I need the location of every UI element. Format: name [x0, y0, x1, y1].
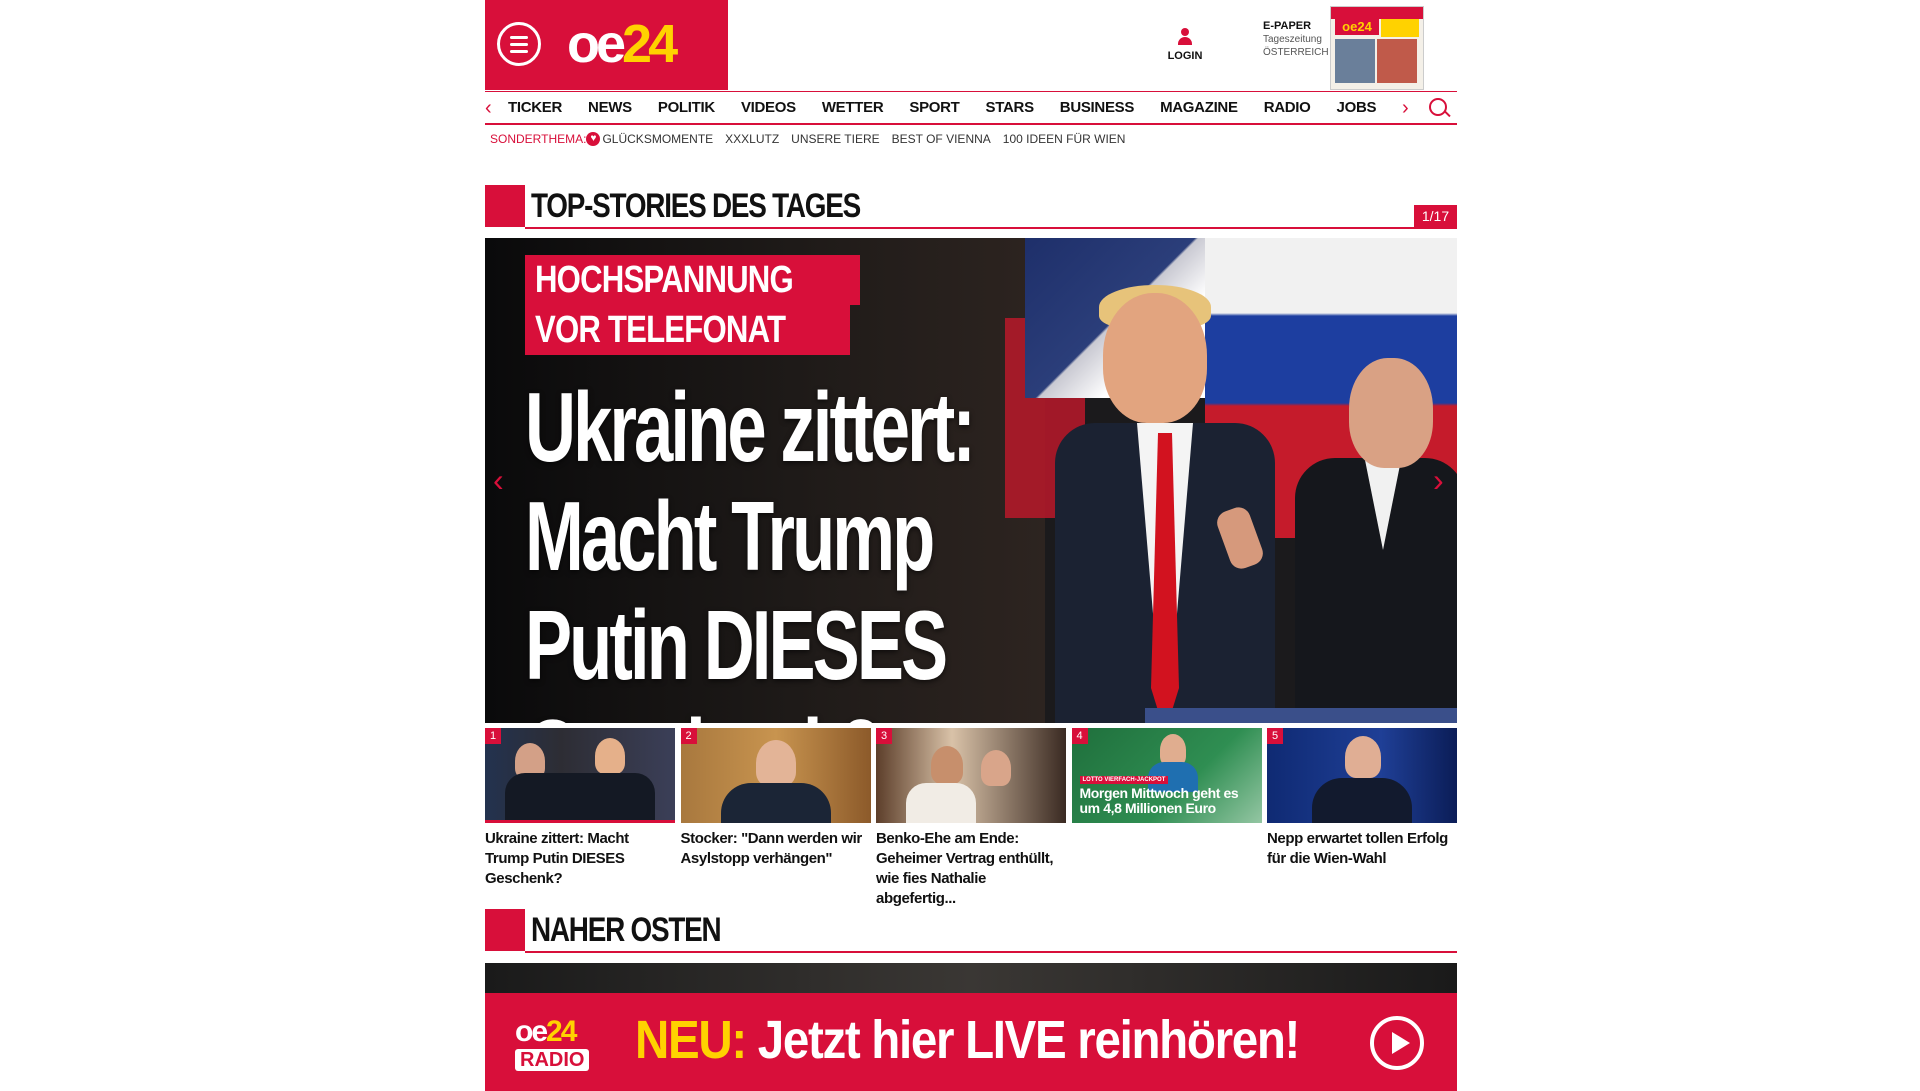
teaser-number: 3	[876, 728, 892, 744]
menu-icon[interactable]	[497, 22, 541, 66]
epaper-link[interactable]: E-PAPER Tageszeitung ÖSTERREICH	[1263, 20, 1329, 59]
epaper-sub2: ÖSTERREICH	[1263, 47, 1329, 58]
user-icon	[1176, 28, 1194, 46]
epaper-title: E-PAPER	[1263, 20, 1312, 32]
sonderthema-label: SONDERTHEMA:	[490, 132, 587, 146]
nav-item-videos[interactable]: VIDEOS	[741, 92, 809, 124]
logo-oe: oe	[567, 14, 626, 74]
section-divider	[525, 951, 1457, 953]
nav-item-politik[interactable]: POLITIK	[658, 92, 728, 124]
teaser-item[interactable]: 2 Stocker: "Dann werden wir Asylstopp ve…	[680, 728, 871, 888]
login-label: LOGIN	[1167, 50, 1203, 62]
slide-counter: 1/17	[1414, 205, 1457, 227]
hero-kicker: HOCHSPANNUNG VOR TELEFONAT	[525, 255, 860, 355]
radio-logo: oe24 RADIO	[515, 1017, 605, 1081]
logo-area: oe24	[485, 0, 728, 90]
search-icon[interactable]	[1429, 98, 1447, 116]
teaser-number: 2	[680, 728, 697, 744]
teaser-item[interactable]: 3 Benko-Ehe am Ende: Geheimer Vertrag en…	[876, 728, 1066, 907]
teaser-thumbnail: 2	[680, 728, 871, 823]
kicker-line-2: VOR TELEFONAT	[535, 309, 786, 351]
teaser-number: 5	[1267, 728, 1283, 744]
teaser-thumbnail: 5	[1267, 728, 1457, 823]
section-title: NAHER OSTEN	[531, 911, 722, 949]
nav-left-arrow-icon[interactable]: ‹	[485, 98, 492, 118]
nav-item-radio[interactable]: RADIO	[1264, 92, 1324, 124]
teaser-item[interactable]: 5 Nepp erwartet tollen Erfolg für die Wi…	[1267, 728, 1457, 888]
play-icon[interactable]	[1370, 1016, 1424, 1070]
hero-headline[interactable]: Ukraine zittert: Macht Trump Putin DIESE…	[525, 373, 1173, 724]
login-button[interactable]: LOGIN	[1165, 28, 1205, 62]
lotto-promo-text: Morgen Mittwoch geht es um 4,8 Millionen…	[1079, 785, 1239, 816]
nav-item-magazine[interactable]: MAGAZINE	[1160, 92, 1251, 124]
hero-slide[interactable]: HOCHSPANNUNG VOR TELEFONAT Ukraine zitte…	[485, 238, 1457, 723]
radio-cta-text: Jetzt hier LIVE reinhören!	[745, 1010, 1301, 1070]
sub-nav: SONDERTHEMA: ♥ GLÜCKSMOMENTE XXXLUTZ UNS…	[490, 131, 1137, 147]
teaser-title: Benko-Ehe am Ende: Geheimer Vertrag enth…	[876, 830, 1054, 907]
subnav-item-100-ideen[interactable]: 100 IDEEN FÜR WIEN	[1003, 132, 1126, 146]
subnav-item-xxxlutz[interactable]: XXXLUTZ	[725, 132, 779, 146]
subnav-item-gluecksmomente[interactable]: GLÜCKSMOMENTE	[602, 132, 713, 146]
slider-next-arrow-icon[interactable]: ›	[1433, 460, 1444, 500]
heart-icon: ♥	[586, 132, 601, 146]
nav-item-business[interactable]: BUSINESS	[1060, 92, 1147, 124]
radio-logo-label: RADIO	[515, 1049, 590, 1071]
nav-item-ticker[interactable]: TICKER	[508, 92, 575, 124]
teaser-title: Stocker: "Dann werden wir Asylstopp verh…	[680, 830, 863, 867]
teaser-thumbnail: 1	[485, 728, 675, 823]
teaser-item[interactable]: 4 LOTTO VIERFACH-JACKPOT Morgen Mittwoch…	[1071, 728, 1262, 888]
site-logo[interactable]: oe24	[567, 14, 678, 74]
teaser-title: Nepp erwartet tollen Erfolg für die Wien…	[1267, 830, 1448, 867]
nav-right-arrow-icon[interactable]: ›	[1402, 98, 1409, 118]
section-divider	[525, 227, 1457, 229]
radio-banner-text: NEU: Jetzt hier LIVE reinhören!	[635, 1010, 1301, 1070]
radio-logo-24: 24	[546, 1015, 577, 1048]
epaper-cover-image[interactable]: oe24	[1330, 6, 1424, 90]
subnav-item-best-of-vienna[interactable]: BEST OF VIENNA	[892, 132, 991, 146]
section-marker	[485, 909, 525, 951]
teaser-thumbnail: 4 LOTTO VIERFACH-JACKPOT Morgen Mittwoch…	[1071, 728, 1262, 823]
top-stories-header: TOP-STORIES DES TAGES 1/17	[485, 185, 1457, 229]
main-nav: ‹ TICKER NEWS POLITIK VIDEOS WETTER SPOR…	[485, 91, 1457, 125]
naher-osten-image[interactable]	[485, 963, 1457, 993]
epaper-cover-logo: oe24	[1335, 19, 1379, 35]
kicker-line-1: HOCHSPANNUNG	[535, 259, 794, 301]
teaser-row: 1 Ukraine zittert: Macht Trump Putin DIE…	[485, 728, 1457, 907]
subnav-item-unsere-tiere[interactable]: UNSERE TIERE	[791, 132, 879, 146]
page: oe24 LOGIN E-PAPER Tageszeitung ÖSTERREI…	[485, 0, 1457, 1091]
nav-items: TICKER NEWS POLITIK VIDEOS WETTER SPORT …	[508, 92, 1402, 124]
naher-osten-header: NAHER OSTEN	[485, 909, 1457, 953]
teaser-thumbnail: 3	[876, 728, 1066, 823]
lotto-promo-tag: LOTTO VIERFACH-JACKPOT	[1079, 776, 1169, 784]
radio-banner[interactable]: oe24 RADIO NEU: Jetzt hier LIVE reinhöre…	[485, 993, 1457, 1091]
teaser-number: 1	[485, 728, 501, 744]
nav-item-sport[interactable]: SPORT	[909, 92, 972, 124]
teaser-title: Ukraine zittert: Macht Trump Putin DIESE…	[485, 830, 629, 887]
slider-prev-arrow-icon[interactable]: ‹	[493, 460, 504, 500]
radio-logo-oe: oe	[515, 1015, 548, 1048]
teaser-number: 4	[1071, 728, 1088, 744]
nav-item-stars[interactable]: STARS	[986, 92, 1047, 124]
nav-item-wetter[interactable]: WETTER	[822, 92, 897, 124]
hero-photo-person-right	[1295, 358, 1457, 723]
nav-item-news[interactable]: NEWS	[588, 92, 645, 124]
section-title: TOP-STORIES DES TAGES	[531, 187, 861, 225]
epaper-sub1: Tageszeitung	[1263, 34, 1322, 45]
nav-item-jobs[interactable]: JOBS	[1337, 92, 1390, 124]
logo-24: 24	[622, 14, 678, 74]
site-header: oe24 LOGIN E-PAPER Tageszeitung ÖSTERREI…	[485, 0, 1457, 90]
teaser-item[interactable]: 1 Ukraine zittert: Macht Trump Putin DIE…	[485, 728, 675, 888]
radio-neu-label: NEU:	[635, 1010, 747, 1070]
section-marker	[485, 185, 525, 227]
